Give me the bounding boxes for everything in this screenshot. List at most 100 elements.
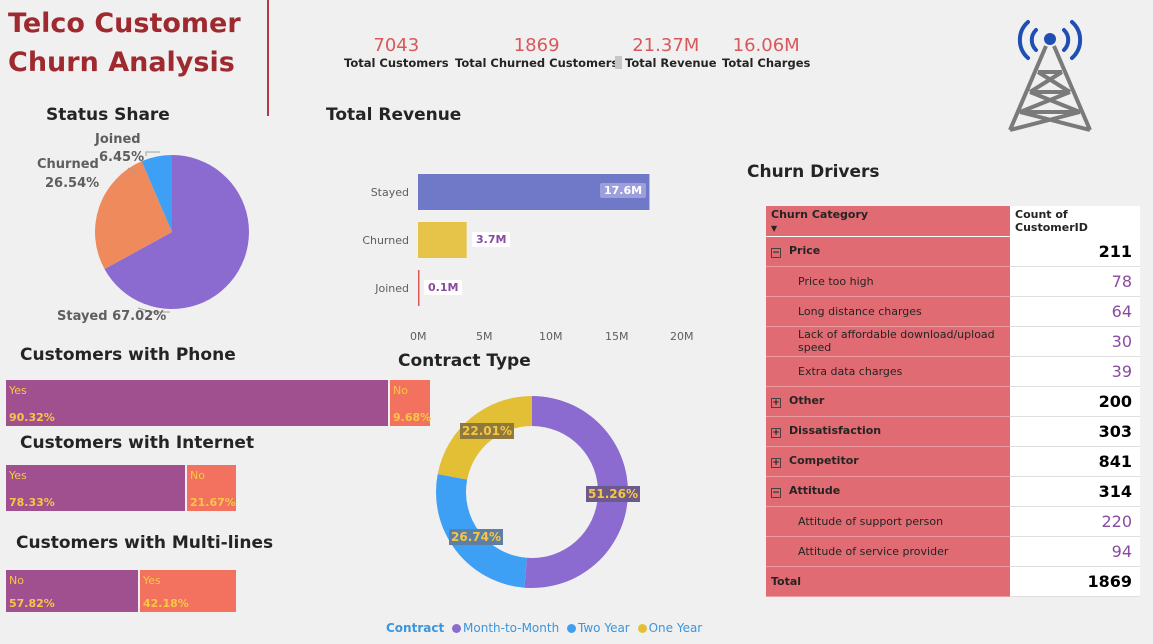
kpi-value: 16.06M: [732, 35, 800, 56]
sort-down-icon: ▼: [771, 223, 778, 233]
count-cell: 39: [1010, 356, 1140, 387]
table-row[interactable]: Extra data charges 39: [766, 356, 1140, 387]
kpi-label: Total Customers: [344, 56, 449, 70]
category-cell: − Price: [766, 236, 1010, 267]
category-label: Price too high: [798, 274, 874, 288]
category-cell: Price too high: [766, 266, 1010, 297]
phone-bar-yes-label: Yes: [9, 384, 27, 397]
legend-label: Two Year: [578, 621, 630, 635]
table-row[interactable]: Attitude of service provider 94: [766, 536, 1140, 567]
title-line-1: Telco Customer: [8, 8, 241, 39]
category-cell: Attitude of service provider: [766, 536, 1010, 567]
legend-title: Contract: [386, 621, 445, 635]
internet-bar-no[interactable]: No 21.67%: [187, 465, 236, 511]
revenue-axis-tick: 20M: [670, 330, 694, 343]
category-label: Competitor: [789, 454, 859, 467]
category-label: Long distance charges: [798, 304, 922, 318]
revenue-category-label: Churned: [362, 234, 409, 247]
category-label: Price: [789, 244, 821, 257]
kpi-marker: [615, 56, 622, 69]
pie-label-churned: Churned: [37, 157, 99, 172]
category-cell: Total: [766, 566, 1010, 597]
revenue-value-churned: 3.7M: [472, 232, 511, 247]
count-cell: 64: [1010, 296, 1140, 327]
revenue-bar-churned[interactable]: [418, 222, 467, 258]
table-row[interactable]: − Attitude 314: [766, 476, 1140, 507]
category-cell: Extra data charges: [766, 356, 1010, 387]
pie-label-joined: Joined: [95, 132, 141, 147]
donut-label-one-year: 22.01%: [460, 423, 514, 439]
multilines-title: Customers with Multi-lines: [16, 533, 274, 553]
expand-icon[interactable]: +: [771, 428, 781, 438]
count-cell: 211: [1010, 236, 1140, 267]
expand-icon[interactable]: +: [771, 398, 781, 408]
table-row[interactable]: + Dissatisfaction 303: [766, 416, 1140, 447]
collapse-icon[interactable]: −: [771, 248, 781, 258]
multilines-bar-no[interactable]: No 57.82%: [6, 570, 138, 612]
revenue-axis-tick: 5M: [476, 330, 493, 343]
column-header-category[interactable]: Churn Category ▼: [766, 206, 1010, 237]
table-row[interactable]: + Other 200: [766, 386, 1140, 417]
pie-label-joined-pct: 6.45%: [99, 150, 145, 165]
table-row[interactable]: Total 1869: [766, 566, 1140, 597]
multilines-bar-yes-pct: 42.18%: [143, 597, 189, 610]
table-row[interactable]: Long distance charges 64: [766, 296, 1140, 327]
count-cell: 314: [1010, 476, 1140, 507]
internet-title: Customers with Internet: [20, 433, 255, 453]
phone-bar-yes[interactable]: Yes 90.32%: [6, 380, 388, 426]
category-label: Lack of affordable download/upload speed: [798, 328, 995, 354]
category-cell: + Other: [766, 386, 1010, 417]
category-cell: + Competitor: [766, 446, 1010, 477]
phone-bar-yes-pct: 90.32%: [9, 411, 55, 424]
legend-dot: [637, 624, 647, 633]
revenue-bars: [418, 174, 650, 306]
column-header-count[interactable]: Count of CustomerID: [1010, 206, 1140, 237]
kpi-total-charges[interactable]: 16.06M Total Charges: [722, 35, 810, 71]
donut-label-month-to-month: 51.26%: [586, 486, 640, 502]
legend-item-one-year[interactable]: One Year: [637, 621, 702, 635]
table-row[interactable]: + Competitor 841: [766, 446, 1140, 477]
phone-bar-no-pct: 9.68%: [393, 411, 432, 424]
kpi-total-revenue[interactable]: 21.37M Total Revenue: [615, 36, 717, 70]
kpi-value: 21.37M: [632, 35, 700, 56]
kpi-total-churned[interactable]: 1869 Total Churned Customers: [455, 35, 619, 71]
kpi-value: 1869: [513, 35, 560, 56]
count-cell: 30: [1010, 326, 1140, 357]
status-share-pie[interactable]: [80, 140, 270, 330]
table-row[interactable]: Attitude of support person 220: [766, 506, 1140, 537]
revenue-axis-tick: 10M: [539, 330, 563, 343]
column-header-label: Churn Category: [771, 207, 869, 221]
phone-bar-no[interactable]: No 9.68%: [390, 380, 432, 426]
internet-bar-no-pct: 21.67%: [190, 496, 236, 509]
category-cell: + Dissatisfaction: [766, 416, 1010, 447]
multilines-bar-yes[interactable]: Yes 42.18%: [140, 570, 236, 612]
expand-icon[interactable]: +: [771, 458, 781, 468]
legend-dot: [452, 624, 462, 633]
collapse-icon[interactable]: −: [771, 488, 781, 498]
total-revenue-title: Total Revenue: [326, 105, 462, 125]
category-label: Total: [771, 574, 802, 588]
multilines-bar-yes-label: Yes: [143, 574, 161, 587]
table-row[interactable]: Lack of affordable download/upload speed…: [766, 326, 1140, 357]
phone-title: Customers with Phone: [20, 345, 236, 365]
kpi-label: Total Churned Customers: [455, 56, 619, 70]
internet-bar-yes[interactable]: Yes 78.33%: [6, 465, 185, 511]
revenue-bar-joined[interactable]: [418, 270, 420, 306]
legend-item-two-year[interactable]: Two Year: [567, 621, 630, 635]
category-cell: Long distance charges: [766, 296, 1010, 327]
count-cell: 841: [1010, 446, 1140, 477]
category-label: Other: [789, 394, 825, 407]
category-label: Attitude of support person: [798, 514, 944, 528]
donut-label-two-year: 26.74%: [449, 529, 503, 545]
revenue-value-stayed: 17.6M: [600, 183, 647, 198]
table-row[interactable]: − Price 211: [766, 236, 1140, 267]
contract-legend: Contract Month-to-Month Two Year One Yea…: [386, 621, 706, 635]
joined-leader-line: [145, 151, 160, 156]
kpi-total-customers[interactable]: 7043 Total Customers: [344, 35, 449, 71]
category-label: Dissatisfaction: [789, 424, 882, 437]
legend-item-month-to-month[interactable]: Month-to-Month: [452, 621, 559, 635]
count-cell: 200: [1010, 386, 1140, 417]
table-row[interactable]: Price too high 78: [766, 266, 1140, 297]
multilines-bar-no-label: No: [9, 574, 24, 587]
kpi-value: 7043: [373, 35, 420, 56]
